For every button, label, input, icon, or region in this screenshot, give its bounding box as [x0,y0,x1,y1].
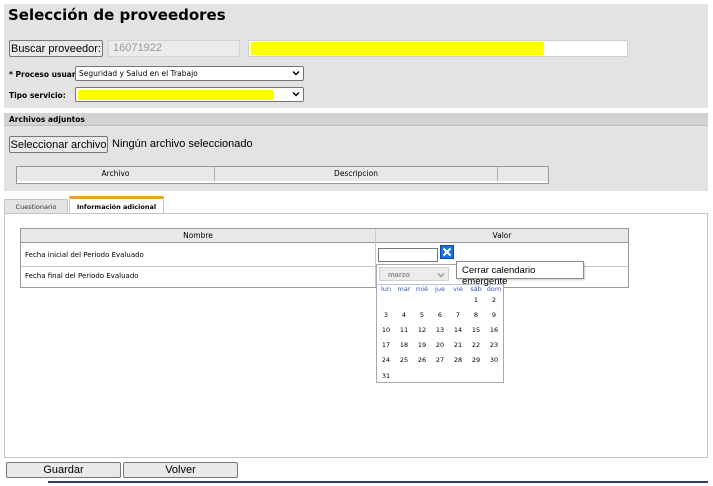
weekday-header: mar [397,285,411,293]
tipo-servicio-label: Tipo servicio: [9,91,66,100]
weekday-header: jue [435,285,445,293]
close-calendar-button[interactable] [440,245,454,259]
calendar-day[interactable]: 14 [449,326,467,334]
select-file-button[interactable]: Seleccionar archivo [9,136,108,153]
tab-informacion-adicional[interactable]: Información adicional [69,196,164,214]
calendar-day[interactable]: 15 [467,326,485,334]
calendar-day[interactable]: 12 [413,326,431,334]
proceso-usuario-select[interactable]: Seguridad y Salud en el Trabajo [75,66,304,81]
calendar-day[interactable]: 6 [431,311,449,319]
calendar-day[interactable]: 11 [395,326,413,334]
calendar-day[interactable]: 31 [377,372,395,380]
calendar-day[interactable]: 1 [467,296,485,304]
calendar-day[interactable]: 10 [377,326,395,334]
column-header-valor: Valor [492,231,512,240]
tipo-servicio-select[interactable] [75,87,304,102]
weekday-header: lun [380,285,392,293]
calendar-day[interactable]: 29 [467,356,485,364]
attachments-table: Archivo Descripcion [16,166,549,184]
tab-cuestionario[interactable]: Cuestionario [4,199,68,214]
calendar-day[interactable]: 13 [431,326,449,334]
save-button[interactable]: Guardar [6,462,121,478]
calendar-day[interactable]: 17 [377,341,395,349]
weekday-header: mié [415,285,429,293]
column-header-archivo: Archivo [17,167,215,181]
calendar-day[interactable]: 21 [449,341,467,349]
month-select[interactable]: marzo [379,267,449,281]
table-header-row: Nombre Valor [21,229,628,243]
calendar-day[interactable]: 23 [485,341,503,349]
page-title: Selección de proveedores [8,6,226,24]
back-button[interactable]: Volver [123,462,238,478]
calendar-day[interactable]: 9 [485,311,503,319]
provider-id-field: 16071922 [108,40,240,57]
attachments-header: Archivos adjuntos [4,113,708,126]
calendar-day[interactable]: 3 [377,311,395,319]
provider-name-field [248,40,628,57]
column-header-nombre: Nombre [183,231,213,240]
column-header-descripcion: Descripcion [215,167,498,181]
calendar-day[interactable]: 2 [485,296,503,304]
calendar-day[interactable]: 26 [413,356,431,364]
redacted-highlight [251,42,544,55]
fecha-inicial-input[interactable] [378,248,438,262]
chevron-down-icon [292,92,300,97]
calendar-day[interactable]: 20 [431,341,449,349]
calendar-day[interactable]: 27 [431,356,449,364]
chevron-down-icon [437,273,445,278]
calendar-day[interactable]: 22 [467,341,485,349]
calendar-day[interactable]: 7 [449,311,467,319]
calendar-day[interactable]: 16 [485,326,503,334]
close-calendar-tooltip: Cerrar calendario emergente [456,261,584,287]
calendar-day[interactable]: 30 [485,356,503,364]
calendar-day[interactable]: 18 [395,341,413,349]
redacted-highlight [78,90,274,100]
info-table: Nombre Valor Fecha inicial del Periodo E… [20,228,629,288]
calendar-day[interactable]: 24 [377,356,395,364]
table-row: Fecha inicial del Periodo Evaluado [25,251,144,259]
calendar-day[interactable]: 8 [467,311,485,319]
bottom-divider [48,481,708,483]
search-provider-button[interactable]: Buscar proveedor: [9,40,103,57]
table-row: Fecha final del Periodo Evaluado [25,272,139,280]
calendar-day[interactable]: 25 [395,356,413,364]
calendar-day[interactable]: 28 [449,356,467,364]
calendar-day[interactable]: 5 [413,311,431,319]
calendar-day[interactable]: 19 [413,341,431,349]
close-icon [442,247,452,257]
file-status-text: Ningún archivo seleccionado [112,138,253,150]
proceso-usuario-value: Seguridad y Salud en el Trabajo [79,69,198,78]
calendar-day[interactable]: 4 [395,311,413,319]
chevron-down-icon [292,71,300,76]
month-label: marzo [388,270,411,279]
column-header-empty [498,167,548,181]
